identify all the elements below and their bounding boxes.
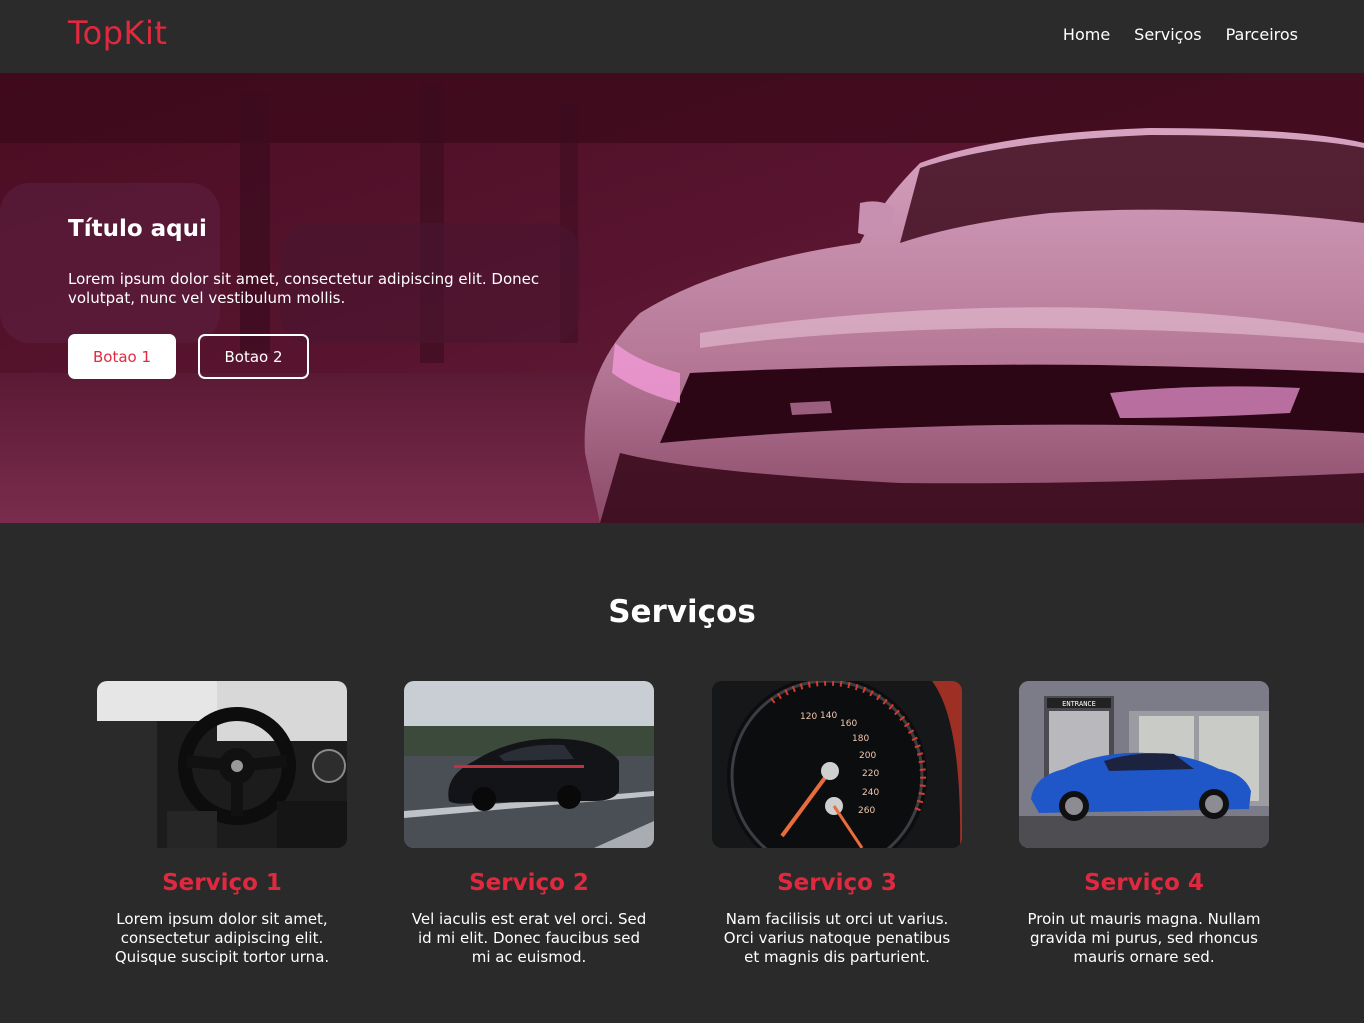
hero-button-2[interactable]: Botao 2 bbox=[198, 334, 309, 379]
speedometer-image: 120 140 160 180 200 220 240 260 bbox=[712, 681, 962, 848]
service-text-2: Vel iaculis est erat vel orci. Sed id mi… bbox=[411, 910, 647, 966]
service-text-4: Proin ut mauris magna. Nullam gravida mi… bbox=[1027, 910, 1261, 966]
hero-buttons: Botao 1 Botao 2 bbox=[68, 334, 309, 379]
service-title-4: Serviço 4 bbox=[1084, 870, 1204, 896]
speed-label-160: 160 bbox=[840, 719, 857, 729]
speed-label-240: 240 bbox=[862, 788, 879, 798]
speed-label-180: 180 bbox=[852, 734, 869, 744]
main-nav: Home Serviços Parceiros bbox=[1063, 25, 1298, 44]
logo[interactable]: TopKit bbox=[68, 14, 167, 52]
nav-link-parceiros[interactable]: Parceiros bbox=[1226, 25, 1298, 44]
hero-banner: Título aqui Lorem ipsum dolor sit amet, … bbox=[0, 73, 1364, 523]
speed-label-220: 220 bbox=[862, 769, 879, 779]
nav-link-home[interactable]: Home bbox=[1063, 25, 1110, 44]
service-title-1: Serviço 1 bbox=[162, 870, 282, 896]
service-title-2: Serviço 2 bbox=[469, 870, 589, 896]
nav-link-servicos[interactable]: Serviços bbox=[1134, 25, 1201, 44]
service-text-3: Nam facilisis ut orci ut varius. Orci va… bbox=[723, 910, 951, 966]
speed-label-140: 140 bbox=[820, 711, 837, 721]
service-card-4[interactable]: ENTRANCE Serviço 4 Proin ut mauris magna… bbox=[1019, 681, 1269, 967]
hero-content: Título aqui Lorem ipsum dolor sit amet, … bbox=[68, 216, 588, 379]
entrance-sign: ENTRANCE bbox=[1062, 700, 1096, 708]
speed-label-200: 200 bbox=[859, 751, 876, 761]
hero-title: Título aqui bbox=[68, 216, 207, 242]
services-title: Serviços bbox=[608, 594, 756, 630]
blue-car-image: ENTRANCE bbox=[1019, 681, 1269, 848]
service-text-1: Lorem ipsum dolor sit amet, consectetur … bbox=[114, 910, 330, 966]
black-car-road-image bbox=[404, 681, 654, 848]
speed-label-120: 120 bbox=[800, 712, 817, 722]
service-title-3: Serviço 3 bbox=[777, 870, 897, 896]
car-interior-image bbox=[97, 681, 347, 848]
services-section: Serviços Serviço 1 Lorem ipsum dolor sit… bbox=[0, 523, 1364, 1023]
service-card-2[interactable]: Serviço 2 Vel iaculis est erat vel orci.… bbox=[404, 681, 654, 967]
hero-description: Lorem ipsum dolor sit amet, consectetur … bbox=[68, 270, 540, 307]
speed-label-260: 260 bbox=[858, 806, 875, 816]
navbar: TopKit Home Serviços Parceiros bbox=[0, 0, 1364, 73]
service-card-3[interactable]: 120 140 160 180 200 220 240 260 Serviço … bbox=[712, 681, 962, 967]
hero-button-1[interactable]: Botao 1 bbox=[68, 334, 176, 379]
service-card-1[interactable]: Serviço 1 Lorem ipsum dolor sit amet, co… bbox=[97, 681, 347, 967]
